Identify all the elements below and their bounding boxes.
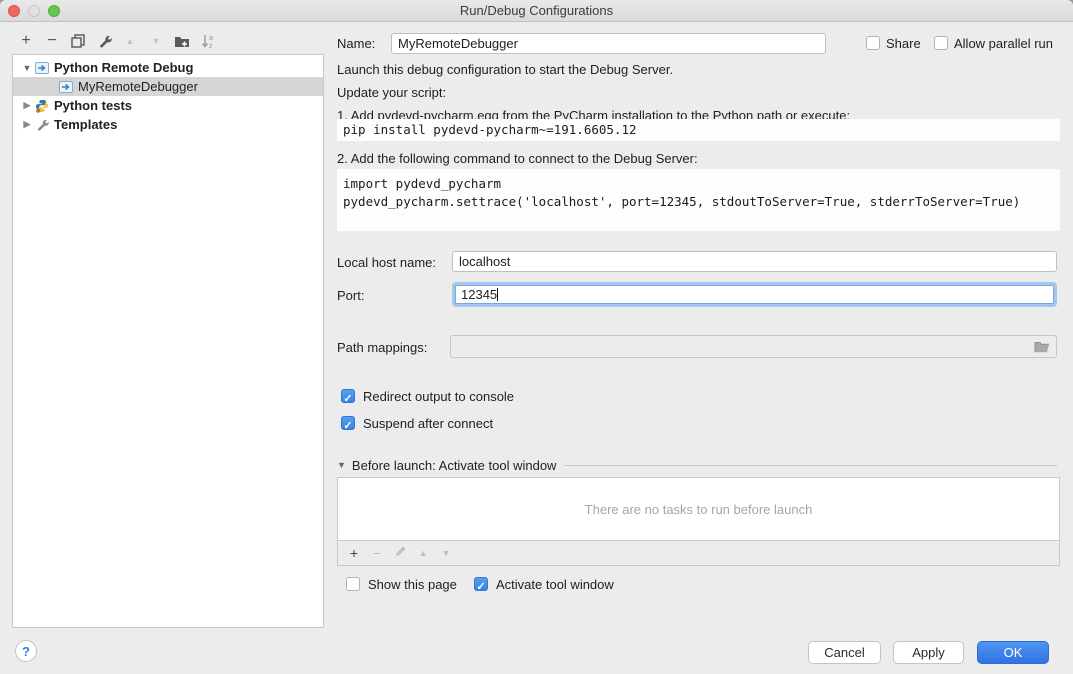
- move-task-up-icon[interactable]: ▲: [416, 548, 430, 558]
- activate-tool-window-checkbox[interactable]: ✓: [474, 577, 488, 591]
- copy-configuration-icon[interactable]: [70, 32, 86, 50]
- tree-item-label: Python Remote Debug: [54, 60, 193, 75]
- move-up-icon[interactable]: ▲: [122, 32, 138, 50]
- port-label: Port:: [337, 288, 364, 304]
- configurations-tree: ▼ Python Remote Debug MyRemoteDebugger ▶…: [12, 54, 324, 628]
- share-label[interactable]: Share: [886, 36, 921, 52]
- tree-item-label: Templates: [54, 117, 117, 132]
- intro-line-2: Update your script:: [337, 85, 446, 101]
- settrace-code: import pydevd_pycharm pydevd_pycharm.set…: [337, 169, 1060, 231]
- before-launch-toolbar: + − ▲ ▼: [337, 541, 1060, 566]
- section-divider: [564, 465, 1057, 466]
- titlebar: Run/Debug Configurations: [0, 0, 1073, 22]
- step-2-text: 2. Add the following command to connect …: [337, 151, 698, 167]
- suspend-after-connect-label[interactable]: Suspend after connect: [363, 416, 493, 432]
- move-down-icon[interactable]: ▼: [148, 32, 164, 50]
- tree-item-python-tests[interactable]: ▶ Python tests: [13, 96, 323, 115]
- new-folder-icon[interactable]: [174, 32, 190, 50]
- help-button[interactable]: ?: [15, 640, 37, 662]
- show-this-page-label[interactable]: Show this page: [368, 577, 457, 593]
- browse-folder-icon[interactable]: [1034, 340, 1050, 354]
- text-caret: [497, 288, 498, 301]
- tree-item-myremotedebugger[interactable]: MyRemoteDebugger: [13, 77, 323, 96]
- path-mappings-label: Path mappings:: [337, 340, 427, 356]
- remove-task-icon[interactable]: −: [370, 545, 384, 561]
- configurations-toolbar: + − ▲ ▼ az: [18, 32, 216, 50]
- local-host-name-label: Local host name:: [337, 255, 436, 271]
- question-mark-icon: ?: [22, 644, 30, 659]
- name-input[interactable]: [391, 33, 826, 54]
- show-this-page-checkbox[interactable]: [346, 577, 360, 591]
- collapse-arrow-icon[interactable]: ▼: [21, 63, 33, 73]
- suspend-after-connect-checkbox[interactable]: ✓: [341, 416, 355, 430]
- edit-task-icon[interactable]: [393, 545, 407, 561]
- activate-tool-window-label[interactable]: Activate tool window: [496, 577, 614, 593]
- add-configuration-icon[interactable]: +: [18, 32, 34, 50]
- wrench-icon: [35, 118, 50, 132]
- tree-item-templates[interactable]: ▶ Templates: [13, 115, 323, 134]
- svg-text:a: a: [209, 35, 213, 42]
- zoom-window-icon[interactable]: [48, 5, 60, 17]
- intro-line-1: Launch this debug configuration to start…: [337, 62, 673, 78]
- close-window-icon[interactable]: [8, 5, 20, 17]
- remote-debug-icon: [59, 80, 74, 94]
- sort-configurations-icon[interactable]: az: [200, 32, 216, 50]
- add-task-icon[interactable]: +: [347, 545, 361, 561]
- allow-parallel-run-label[interactable]: Allow parallel run: [954, 36, 1053, 52]
- local-host-name-input[interactable]: [452, 251, 1057, 272]
- run-debug-configurations-dialog: Run/Debug Configurations + − ▲ ▼ az ▼ Py…: [0, 0, 1073, 674]
- share-checkbox[interactable]: [866, 36, 880, 50]
- tree-item-label: MyRemoteDebugger: [78, 79, 198, 94]
- minimize-window-icon[interactable]: [28, 5, 40, 17]
- port-input[interactable]: 12345: [452, 282, 1057, 307]
- settrace-code-line-1: import pydevd_pycharm: [343, 175, 1060, 193]
- move-task-down-icon[interactable]: ▼: [439, 548, 453, 558]
- collapse-section-icon[interactable]: ▼: [337, 460, 346, 470]
- allow-parallel-run-checkbox[interactable]: [934, 36, 948, 50]
- path-mappings-input[interactable]: [450, 335, 1057, 358]
- remove-configuration-icon[interactable]: −: [44, 32, 60, 50]
- window-title: Run/Debug Configurations: [460, 3, 613, 18]
- before-launch-header: ▼ Before launch: Activate tool window: [337, 457, 1057, 473]
- svg-text:z: z: [209, 43, 213, 49]
- tree-item-python-remote-debug[interactable]: ▼ Python Remote Debug: [13, 58, 323, 77]
- name-label: Name:: [337, 36, 375, 52]
- before-launch-task-list: There are no tasks to run before launch: [337, 477, 1060, 541]
- pip-install-code: pip install pydevd-pycharm~=191.6605.12: [337, 119, 1060, 141]
- redirect-output-label[interactable]: Redirect output to console: [363, 389, 514, 405]
- expand-arrow-icon[interactable]: ▶: [21, 100, 33, 111]
- cancel-button[interactable]: Cancel: [808, 641, 881, 664]
- edit-templates-icon[interactable]: [96, 32, 112, 50]
- empty-tasks-text: There are no tasks to run before launch: [585, 502, 813, 517]
- ok-button[interactable]: OK: [977, 641, 1049, 664]
- settrace-code-line-2: pydevd_pycharm.settrace('localhost', por…: [343, 193, 1060, 211]
- apply-button[interactable]: Apply: [893, 641, 964, 664]
- tree-item-label: Python tests: [54, 98, 132, 113]
- remote-debug-icon: [35, 61, 50, 75]
- expand-arrow-icon[interactable]: ▶: [21, 119, 33, 130]
- redirect-output-checkbox[interactable]: ✓: [341, 389, 355, 403]
- port-value: 12345: [461, 287, 497, 302]
- before-launch-title: Before launch: Activate tool window: [352, 458, 557, 473]
- python-tests-icon: [35, 99, 50, 113]
